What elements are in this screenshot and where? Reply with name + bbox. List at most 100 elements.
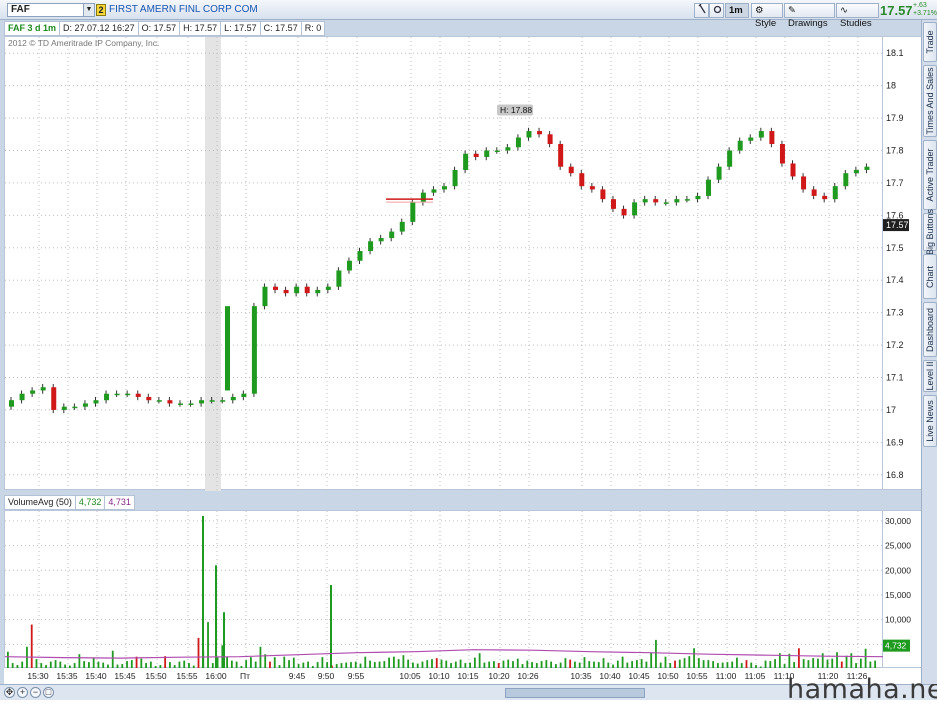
- x-tick-label: 10:55: [686, 671, 708, 681]
- x-tick-label: 10:26: [517, 671, 539, 681]
- side-tab-label: Big Buttons: [925, 208, 935, 256]
- drawings-button[interactable]: ✎ Drawings: [784, 3, 835, 29]
- side-tab-level-ii[interactable]: Level II: [923, 360, 937, 392]
- volume-tick-label: 20,000: [885, 565, 911, 575]
- side-tab-dashboard[interactable]: Dashboard: [923, 302, 937, 357]
- gap-candle: [225, 306, 230, 391]
- wrench-icon[interactable]: [694, 3, 709, 18]
- volume-chart[interactable]: [4, 511, 885, 669]
- candle-body: [431, 189, 437, 193]
- candle-body: [758, 131, 764, 138]
- price-chart[interactable]: H: 17.88: [5, 37, 884, 491]
- zoom-out-icon[interactable]: −: [30, 687, 41, 698]
- volume-spike: [215, 565, 217, 669]
- side-tab-live-news[interactable]: Live News: [923, 395, 937, 447]
- info-range: R: 0: [300, 21, 326, 36]
- candle-body: [484, 150, 490, 157]
- candle-body: [494, 150, 500, 152]
- volume-bar: [797, 648, 800, 669]
- symbol-input[interactable]: FAF ▼: [7, 3, 95, 17]
- watermark: hamaha.net: [787, 674, 937, 705]
- x-tick-label: Пт: [240, 671, 250, 681]
- side-tab-label: Chart: [925, 265, 935, 288]
- candle-body: [283, 289, 289, 294]
- volume-bar: [207, 622, 209, 669]
- candle-body: [864, 166, 870, 170]
- candle-body: [230, 396, 236, 401]
- side-tab-active-trader[interactable]: Active Trader: [923, 140, 937, 210]
- volume-axis[interactable]: 5,00010,00015,00020,00025,00030,0004,732: [883, 510, 921, 668]
- x-tick-label: 10:20: [488, 671, 510, 681]
- candle-body: [135, 393, 141, 397]
- info-open: O: 17.57: [137, 21, 181, 36]
- candle-body: [748, 137, 754, 141]
- candle-body: [262, 286, 268, 307]
- candle-body: [378, 238, 384, 242]
- side-tab-big-buttons[interactable]: Big Buttons: [923, 209, 937, 255]
- candle-body: [674, 199, 680, 203]
- pan-icon[interactable]: ✥: [4, 687, 15, 698]
- x-tick-label: 15:30: [27, 671, 49, 681]
- y-tick-label: 16.8: [886, 470, 904, 480]
- x-tick-label: 15:45: [114, 671, 136, 681]
- chart-title[interactable]: FAF 3 d 1m: [4, 21, 61, 36]
- style-button[interactable]: ⚙ Style: [751, 3, 783, 29]
- x-tick-label: 10:15: [457, 671, 479, 681]
- zoom-in-icon[interactable]: +: [17, 687, 28, 698]
- studies-button[interactable]: ∿ Studies: [836, 3, 879, 29]
- price-axis[interactable]: 16.8 16.9 17 17.1 17.2 17.3 17.4 17.5 17.6 17.7 17…: [883, 36, 921, 490]
- chevron-down-icon[interactable]: ▼: [83, 4, 94, 16]
- volume-tick-label: 10,000: [885, 615, 911, 625]
- x-tick-label: 10:50: [657, 671, 679, 681]
- volume-bar: [850, 653, 853, 669]
- candle-body: [188, 403, 194, 405]
- y-tick-label: 17.8: [886, 146, 904, 156]
- candle-body: [325, 286, 331, 290]
- y-tick-label: 17.7: [886, 178, 904, 188]
- copyright-text: 2012 © TD Ameritrade IP Company, Inc.: [8, 38, 160, 48]
- time-scrollbar[interactable]: [505, 688, 645, 698]
- volume-spike: [202, 515, 204, 669]
- side-panel-tabs: Trade Times And Sales Active Trader Big But…: [921, 20, 937, 684]
- candle-body: [93, 400, 99, 404]
- price-chart-panel[interactable]: H: 17.88: [4, 36, 884, 491]
- info-low: L: 17.57: [220, 21, 261, 36]
- side-tab-trade[interactable]: Trade: [923, 22, 937, 62]
- candle-body: [811, 189, 817, 196]
- link-group-badge[interactable]: 2: [96, 4, 106, 16]
- symbol-text: FAF: [11, 4, 30, 15]
- y-tick-label: 17.5: [886, 243, 904, 253]
- timeframe-button[interactable]: 1m: [725, 3, 749, 18]
- side-tab-label: Times And Sales: [925, 67, 935, 135]
- side-tab-label: Live News: [925, 400, 935, 442]
- volume-marker: 4,732: [885, 641, 907, 651]
- y-tick-label: 17: [886, 405, 896, 415]
- candle-body: [558, 144, 564, 167]
- x-tick-label: 9:50: [318, 671, 335, 681]
- gear-icon[interactable]: [709, 3, 724, 18]
- x-tick-label: 9:55: [348, 671, 365, 681]
- volume-study-label[interactable]: VolumeAvg (50): [4, 495, 76, 510]
- candle-body: [779, 144, 785, 164]
- time-axis[interactable]: 15:30 15:35 15:40 15:45 15:50 15:55 16:00 Пт 9:4…: [4, 668, 921, 684]
- candle-body: [51, 387, 57, 410]
- y-tick-label: 17.2: [886, 340, 904, 350]
- y-tick-label: 18: [886, 81, 896, 91]
- chart-toolbar: FAF ▼ 2 FIRST AMERN FINL CORP COM 1m ⚙ S…: [0, 0, 937, 29]
- side-tab-times-and-sales[interactable]: Times And Sales: [923, 65, 937, 137]
- zoom-reset-icon[interactable]: □: [43, 687, 54, 698]
- volume-bar: [259, 646, 262, 669]
- volume-avg-value: 4,731: [104, 495, 135, 510]
- side-tab-chart[interactable]: Chart: [923, 254, 937, 299]
- x-tick-label: 10:35: [570, 671, 592, 681]
- volume-bar: [693, 648, 695, 669]
- x-tick-label: 16:00: [205, 671, 227, 681]
- side-tab-label: Active Trader: [925, 148, 935, 202]
- candle-body: [241, 393, 247, 397]
- candle-body: [442, 186, 447, 190]
- volume-panel[interactable]: [4, 510, 885, 669]
- time-axis-labels: 15:30 15:35 15:40 15:45 15:50 15:55 16:00 Пт 9:4…: [27, 671, 867, 681]
- info-date: D: 27.07.12 16:27: [59, 21, 139, 36]
- volume-bar: [111, 650, 114, 669]
- x-tick-label: 10:40: [599, 671, 621, 681]
